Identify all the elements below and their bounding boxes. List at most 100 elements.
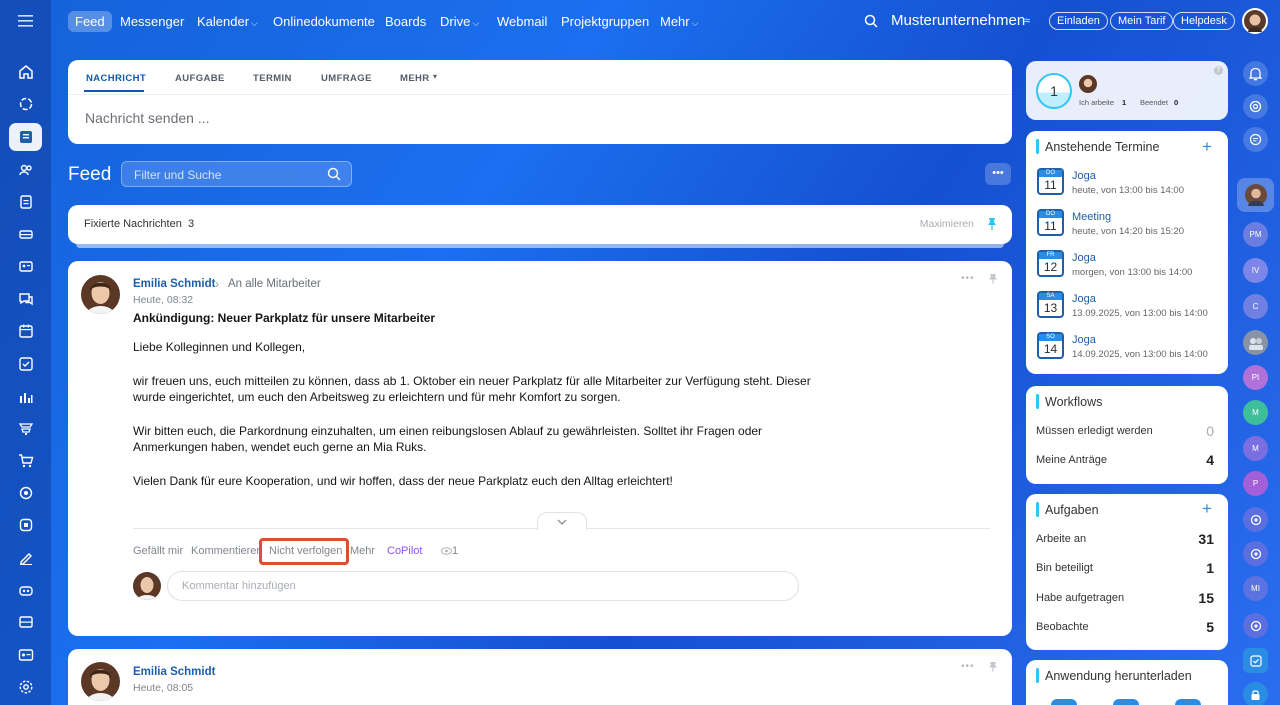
- group-avatar[interactable]: [1243, 330, 1268, 355]
- task-row[interactable]: Bin beteiligt: [1036, 562, 1093, 574]
- top-nav-item[interactable]: Projektgruppen: [555, 11, 655, 32]
- chat-icon[interactable]: [9, 285, 42, 313]
- menu-icon[interactable]: [18, 15, 33, 27]
- app-platform-icon[interactable]: [1113, 699, 1139, 705]
- event-title-link[interactable]: Joga: [1072, 252, 1096, 264]
- composer-tab[interactable]: AUFGABE: [175, 73, 225, 84]
- recent-chat-avatar[interactable]: M: [1243, 436, 1268, 461]
- company-name[interactable]: Musterunternehmen: [891, 12, 1025, 29]
- search-icon[interactable]: [327, 167, 341, 181]
- notifications-icon[interactable]: [1243, 61, 1268, 86]
- pin-icon[interactable]: [986, 217, 998, 231]
- copilot-session-icon[interactable]: [1243, 613, 1268, 638]
- more-button[interactable]: Mehr: [350, 545, 375, 557]
- message-input[interactable]: Nachricht senden ...: [85, 110, 210, 126]
- copilot-session-icon[interactable]: [1243, 541, 1268, 566]
- maximize-button[interactable]: Maximieren: [920, 218, 974, 230]
- feed-search-input[interactable]: Filter und Suche: [121, 161, 352, 187]
- post-time-2[interactable]: Heute, 08:05: [133, 682, 193, 694]
- messages-icon[interactable]: [1243, 127, 1268, 152]
- marketing-icon[interactable]: [9, 479, 42, 507]
- post-pin-icon[interactable]: [988, 273, 998, 284]
- copilot-button[interactable]: CoPilot: [387, 545, 422, 557]
- task-count[interactable]: 5: [1206, 619, 1214, 635]
- analytics-icon[interactable]: [9, 383, 42, 411]
- feed-icon[interactable]: [9, 123, 42, 151]
- copilot-session-icon[interactable]: [1243, 507, 1268, 532]
- crm-icon[interactable]: [9, 220, 42, 248]
- sales-icon[interactable]: [9, 415, 42, 443]
- pinned-messages-bar[interactable]: Fixierte Nachrichten 3 Maximieren: [68, 205, 1012, 244]
- app-platform-icon[interactable]: [1051, 699, 1077, 705]
- recent-chat-avatar[interactable]: IV: [1243, 258, 1268, 283]
- recent-chat-avatar[interactable]: P: [1243, 471, 1268, 496]
- signature-icon[interactable]: [9, 544, 42, 572]
- top-nav-item[interactable]: Kalender ⌵: [191, 11, 264, 32]
- top-nav-item[interactable]: Feed: [68, 11, 112, 32]
- contact-center-icon[interactable]: [9, 253, 42, 281]
- timeman-counter[interactable]: 1: [1036, 73, 1072, 109]
- recent-chat-avatar[interactable]: M: [1243, 400, 1268, 425]
- top-nav-item[interactable]: Boards: [379, 11, 432, 32]
- user-avatar[interactable]: [1242, 8, 1268, 34]
- top-nav-item[interactable]: Mehr ⌵: [654, 11, 704, 32]
- top-nav-item[interactable]: Onlinedokumente: [267, 11, 381, 32]
- tasks-chat-icon[interactable]: [1243, 648, 1268, 673]
- storage-icon[interactable]: [9, 608, 42, 636]
- event-title-link[interactable]: Joga: [1072, 293, 1096, 305]
- comment-button[interactable]: Kommentieren: [191, 545, 263, 557]
- recent-chat-avatar[interactable]: PI: [1243, 365, 1268, 390]
- post-author[interactable]: Emilia Schmidt: [133, 278, 215, 290]
- add-task-button[interactable]: +: [1202, 499, 1212, 519]
- post-time[interactable]: Heute, 08:32: [133, 294, 193, 306]
- comment-input[interactable]: Kommentar hinzufügen: [167, 571, 799, 601]
- recent-chat-avatar[interactable]: C: [1243, 294, 1268, 319]
- company-switch-icon[interactable]: ≈: [1024, 15, 1030, 27]
- post-menu-icon-2[interactable]: •••: [961, 661, 975, 672]
- author-avatar-2[interactable]: [81, 662, 120, 701]
- workflow-count[interactable]: 4: [1206, 452, 1214, 468]
- task-count[interactable]: 15: [1198, 590, 1214, 606]
- invite-button[interactable]: Einladen: [1049, 12, 1108, 30]
- task-count[interactable]: 31: [1198, 531, 1214, 547]
- automation-icon[interactable]: [9, 511, 42, 539]
- app-platform-icon[interactable]: [1175, 699, 1201, 705]
- post-author-2[interactable]: Emilia Schmidt: [133, 666, 215, 678]
- copilot-chat-icon[interactable]: [1243, 94, 1268, 119]
- settings-icon[interactable]: [9, 673, 42, 701]
- my-plan-button[interactable]: Mein Tarif: [1110, 12, 1174, 30]
- shop-icon[interactable]: [9, 447, 42, 475]
- documents-icon[interactable]: [9, 188, 42, 216]
- workflow-row[interactable]: Müssen erledigt werden: [1036, 425, 1153, 437]
- copilot-icon[interactable]: [9, 90, 42, 118]
- like-button[interactable]: Gefällt mir: [133, 545, 183, 557]
- top-nav-item[interactable]: Drive ⌵: [434, 11, 485, 32]
- workflow-count[interactable]: 0: [1206, 423, 1214, 439]
- composer-tab[interactable]: UMFRAGE: [321, 73, 372, 84]
- post-audience[interactable]: An alle Mitarbeiter: [228, 278, 321, 290]
- recent-chat-avatar[interactable]: MI: [1243, 576, 1268, 601]
- feed-more-button[interactable]: •••: [985, 163, 1011, 185]
- composer-tab[interactable]: MEHR: [400, 73, 430, 84]
- home-icon[interactable]: [9, 58, 42, 86]
- top-nav-item[interactable]: Webmail: [491, 11, 553, 32]
- event-title-link[interactable]: Meeting: [1072, 211, 1111, 223]
- recent-chat-avatar[interactable]: PM: [1243, 222, 1268, 247]
- employees-icon[interactable]: [9, 156, 42, 184]
- calendar-icon[interactable]: [9, 317, 42, 345]
- search-icon[interactable]: [864, 14, 878, 28]
- help-icon[interactable]: ?: [1214, 66, 1223, 75]
- id-card-icon[interactable]: [9, 641, 42, 669]
- add-event-button[interactable]: +: [1202, 137, 1212, 157]
- task-count[interactable]: 1: [1206, 560, 1214, 576]
- tasks-icon[interactable]: [9, 350, 42, 378]
- author-avatar[interactable]: [81, 275, 120, 314]
- composer-tab[interactable]: TERMIN: [253, 73, 292, 84]
- workflow-row[interactable]: Meine Anträge: [1036, 454, 1107, 466]
- helpdesk-button[interactable]: Helpdesk: [1173, 12, 1235, 30]
- top-nav-item[interactable]: Messenger: [114, 11, 190, 32]
- event-title-link[interactable]: Joga: [1072, 170, 1096, 182]
- post-pin-icon-2[interactable]: [988, 661, 998, 672]
- event-title-link[interactable]: Joga: [1072, 334, 1096, 346]
- expand-post-button[interactable]: [537, 512, 587, 530]
